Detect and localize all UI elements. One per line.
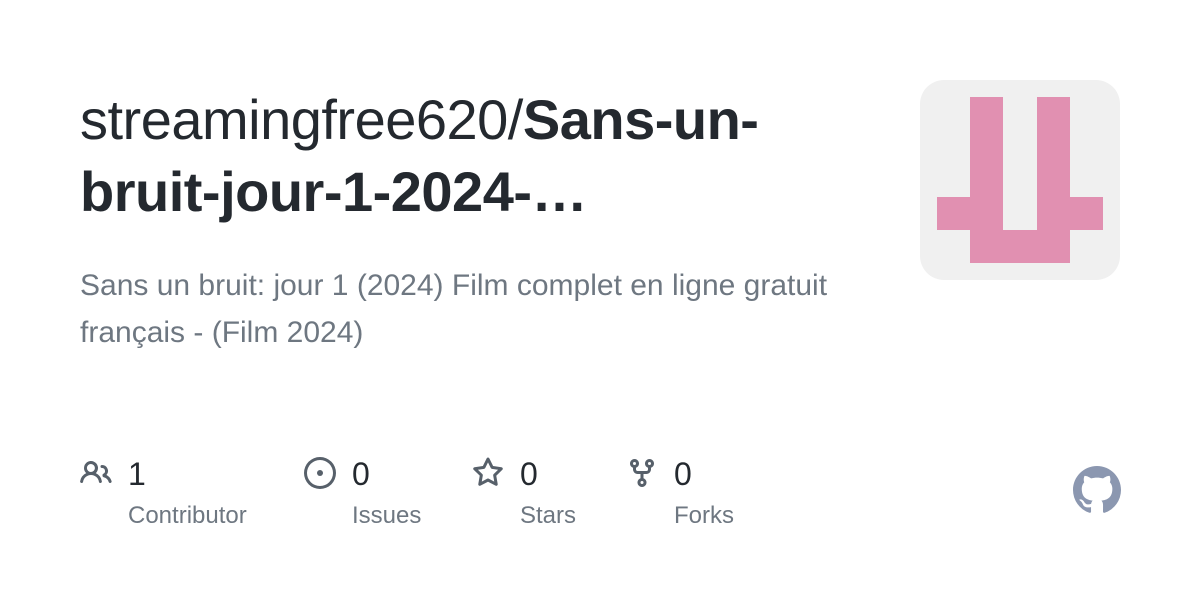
stat-label: Forks [674, 502, 734, 529]
stat-label: Issues [352, 502, 422, 529]
stat-count: 0 [520, 456, 538, 492]
identicon-icon [937, 97, 1103, 263]
stat-count: 0 [352, 456, 370, 492]
people-icon [80, 460, 112, 484]
owner-avatar[interactable] [920, 80, 1120, 280]
stat-count: 1 [128, 456, 146, 492]
repo-description: Sans un bruit: jour 1 (2024) Film comple… [80, 269, 828, 349]
repo-stats: 1 Contributor 0 Issues 0 Stars 0 Forks [80, 452, 880, 542]
repo-title[interactable]: streamingfree620/Sans-un-bruit-jour-1-20… [80, 84, 860, 228]
repo-social-card: streamingfree620/Sans-un-bruit-jour-1-20… [0, 0, 1200, 600]
github-mark-icon[interactable] [1073, 466, 1121, 514]
stat-label: Stars [520, 502, 577, 529]
stat-label: Contributor [128, 502, 247, 529]
issue-opened-icon [304, 457, 336, 489]
stat-count: 0 [674, 456, 692, 492]
star-icon [473, 457, 503, 486]
repo-forked-icon [630, 459, 654, 488]
repo-owner[interactable]: streamingfree620/ [80, 88, 523, 151]
